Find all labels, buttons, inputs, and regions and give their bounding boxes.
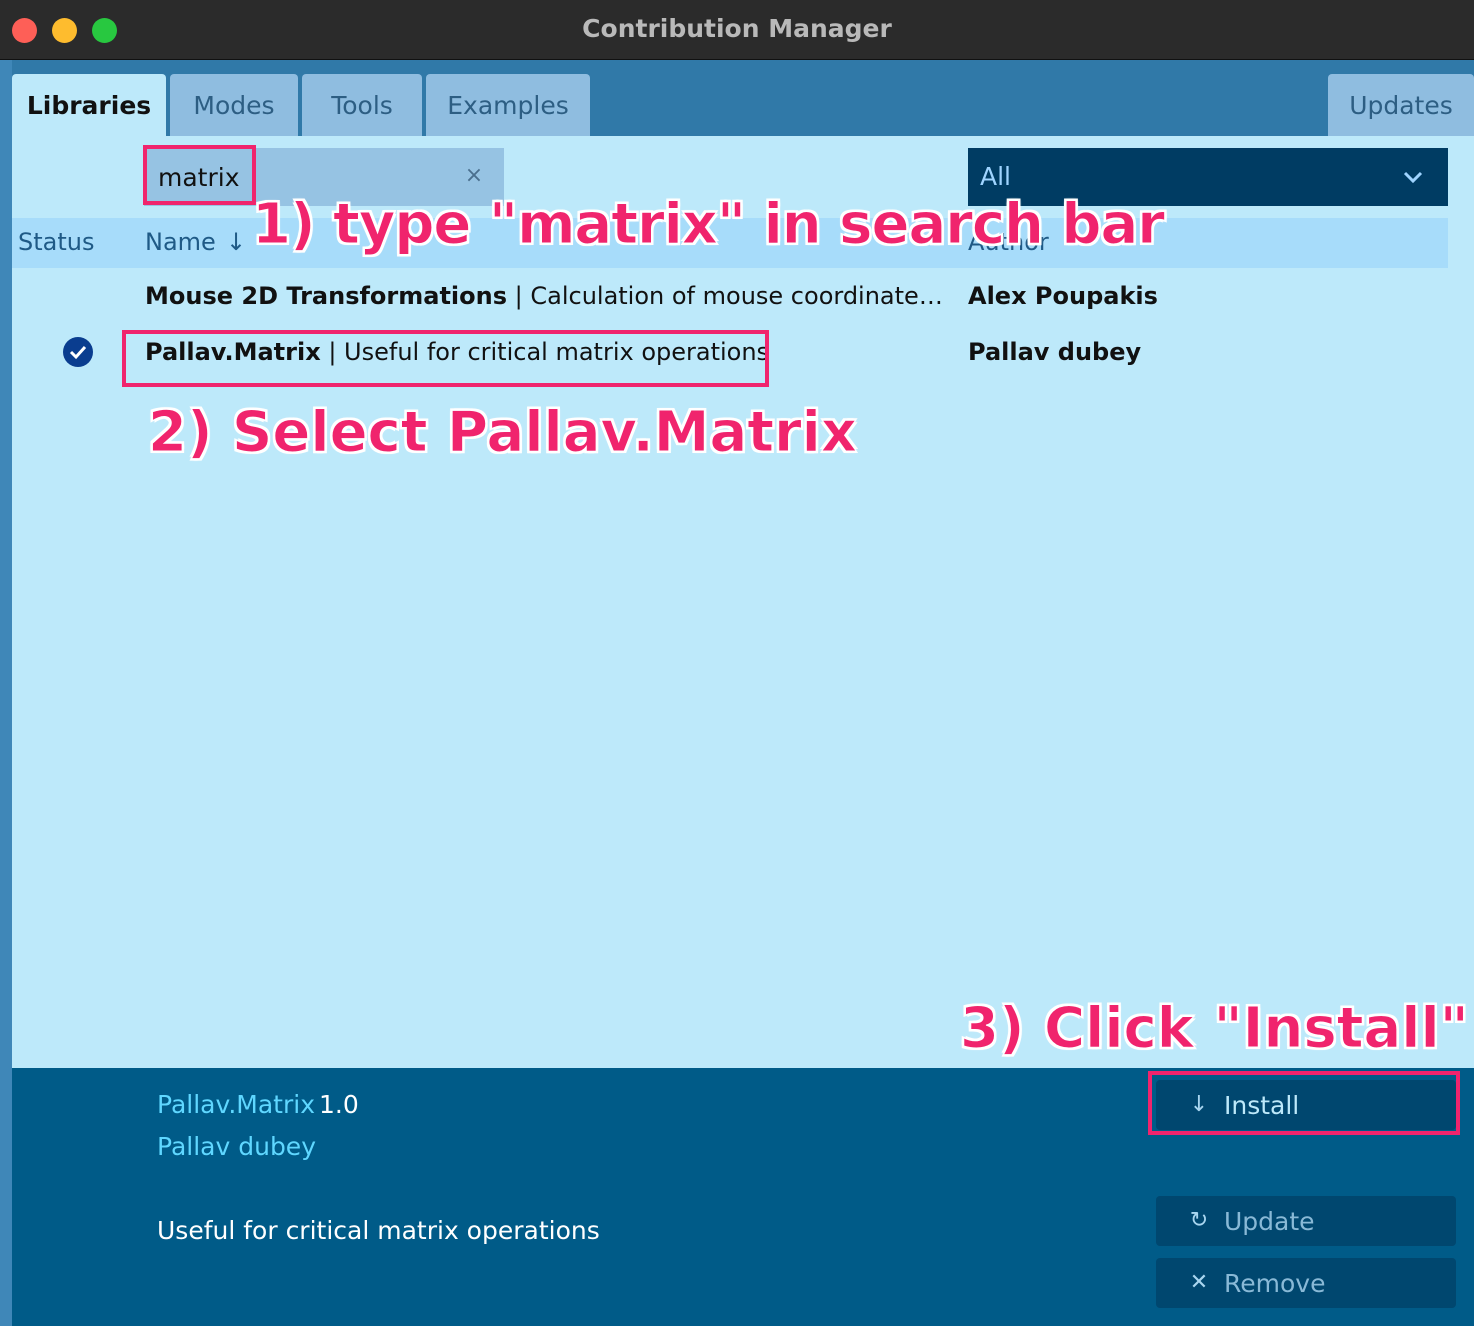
contribution-manager-window: Contribution Manager Libraries Modes Too… — [0, 0, 1474, 1326]
row-author: Pallav dubey — [968, 338, 1142, 366]
annotation-step-3: 3) Click "Install" — [960, 996, 1470, 1062]
tab-bar: Libraries Modes Tools Examples Updates — [12, 60, 1474, 136]
row-description: Calculation of mouse coordinates in … — [530, 282, 955, 310]
tab-libraries[interactable]: Libraries — [12, 74, 166, 136]
row-highlight-box — [122, 330, 769, 387]
status-column-header[interactable]: Status — [18, 228, 94, 256]
update-button[interactable]: ↻ Update — [1156, 1196, 1456, 1246]
tab-updates[interactable]: Updates — [1328, 74, 1474, 136]
table-row[interactable]: Mouse 2D Transformations | Calculation o… — [12, 272, 1448, 328]
refresh-icon: ↻ — [1189, 1208, 1209, 1233]
remove-button[interactable]: ✕ Remove — [1156, 1258, 1456, 1308]
update-button-label: Update — [1224, 1207, 1315, 1236]
details-version: 1.0 — [319, 1090, 359, 1119]
tab-tools[interactable]: Tools — [302, 74, 422, 136]
tab-examples[interactable]: Examples — [426, 74, 590, 136]
details-author-link[interactable]: Pallav dubey — [157, 1132, 316, 1161]
row-name-cell: Mouse 2D Transformations | Calculation o… — [145, 282, 955, 310]
chevron-down-icon — [1403, 171, 1423, 184]
details-description: Useful for critical matrix operations — [157, 1216, 600, 1245]
row-title: Mouse 2D Transformations — [145, 282, 508, 310]
window-title: Contribution Manager — [582, 14, 892, 43]
install-highlight-box — [1148, 1071, 1460, 1135]
row-author: Alex Poupakis — [968, 282, 1158, 310]
annotation-step-2: 2) Select Pallav.Matrix — [148, 400, 858, 466]
clear-search-icon[interactable]: × — [460, 162, 488, 190]
title-bar: Contribution Manager — [0, 0, 1474, 60]
search-highlight-box — [143, 145, 256, 205]
installed-check-icon — [63, 337, 93, 367]
name-column-header[interactable]: Name — [145, 228, 216, 256]
details-name-link[interactable]: Pallav.Matrix — [157, 1090, 315, 1119]
category-filter-value: All — [980, 162, 1011, 191]
row-separator: | — [507, 282, 531, 310]
remove-x-icon: ✕ — [1189, 1270, 1209, 1295]
details-title: Pallav.Matrix 1.0 — [157, 1090, 359, 1119]
libraries-pane: × All Status Name ↓ Author Mouse 2D Tran… — [12, 136, 1474, 1068]
sort-down-icon: ↓ — [226, 228, 247, 256]
annotation-step-1: 1) type "matrix" in search bar — [252, 192, 1166, 258]
remove-button-label: Remove — [1224, 1269, 1326, 1298]
tab-modes[interactable]: Modes — [170, 74, 298, 136]
